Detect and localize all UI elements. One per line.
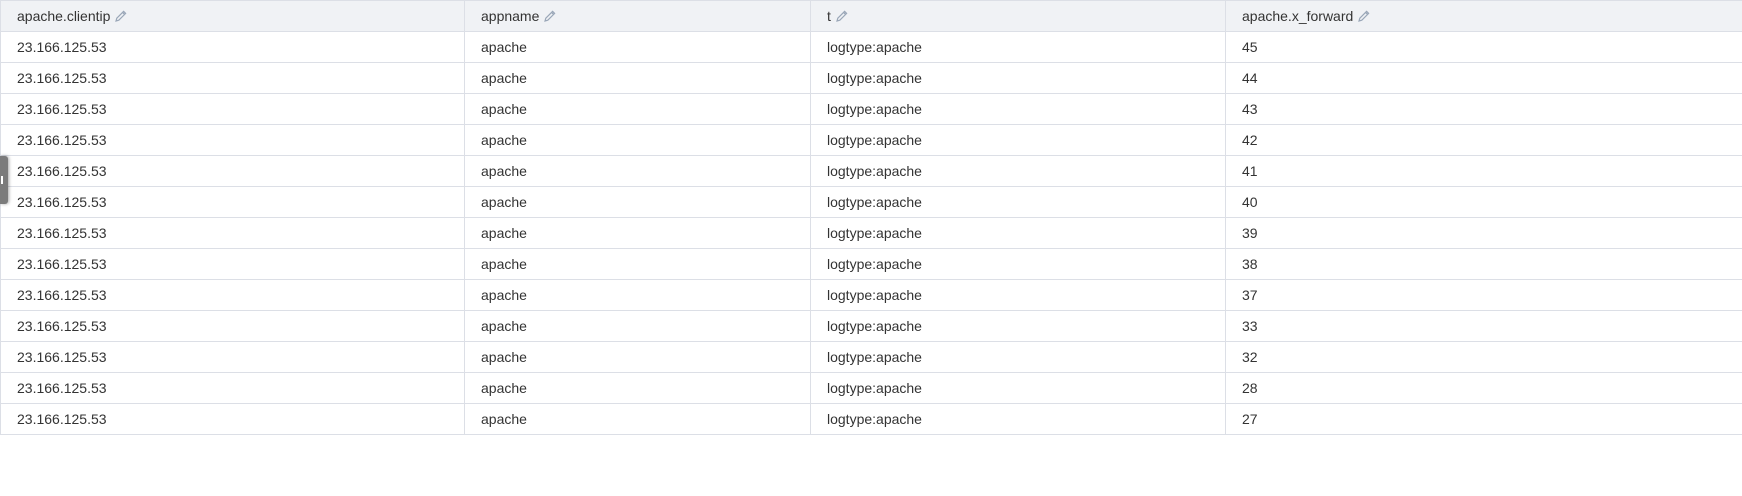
cell-clientip: 23.166.125.53 — [0, 217, 465, 249]
cell-appname: apache — [464, 310, 811, 342]
column-header-label: apache.x_forward — [1242, 8, 1354, 24]
cell-clientip: 23.166.125.53 — [0, 310, 465, 342]
table-row[interactable]: 23.166.125.53 apache logtype:apache 37 — [0, 279, 1742, 311]
table-row[interactable]: 23.166.125.53 apache logtype:apache 38 — [0, 248, 1742, 280]
cell-appname: apache — [464, 403, 811, 435]
cell-clientip: 23.166.125.53 — [0, 155, 465, 187]
cell-t: logtype:apache — [810, 124, 1226, 156]
table-row[interactable]: 23.166.125.53 apache logtype:apache 27 — [0, 403, 1742, 435]
cell-appname: apache — [464, 62, 811, 94]
cell-t: logtype:apache — [810, 186, 1226, 218]
cell-clientip: 23.166.125.53 — [0, 62, 465, 94]
results-table: apache.clientip appname t apache.x_forward … — [0, 0, 1742, 435]
cell-clientip: 23.166.125.53 — [0, 31, 465, 63]
table-row[interactable]: 23.166.125.53 apache logtype:apache 33 — [0, 310, 1742, 342]
cell-clientip: 23.166.125.53 — [0, 372, 465, 404]
column-header-label: apache.clientip — [17, 8, 111, 24]
table-row[interactable]: 23.166.125.53 apache logtype:apache 28 — [0, 372, 1742, 404]
cell-t: logtype:apache — [810, 310, 1226, 342]
cell-clientip: 23.166.125.53 — [0, 279, 465, 311]
cell-x-forward: 44 — [1225, 62, 1742, 94]
cell-t: logtype:apache — [810, 279, 1226, 311]
table-row[interactable]: 23.166.125.53 apache logtype:apache 43 — [0, 93, 1742, 125]
drag-handle-icon[interactable] — [0, 156, 8, 204]
cell-clientip: 23.166.125.53 — [0, 341, 465, 373]
cell-appname: apache — [464, 279, 811, 311]
table-row[interactable]: 23.166.125.53 apache logtype:apache 39 — [0, 217, 1742, 249]
table-row[interactable]: 23.166.125.53 apache logtype:apache 40 — [0, 186, 1742, 218]
column-header-label: appname — [481, 8, 540, 24]
cell-x-forward: 41 — [1225, 155, 1742, 187]
pencil-icon[interactable] — [114, 9, 128, 23]
table-row[interactable]: 23.166.125.53 apache logtype:apache 41 — [0, 155, 1742, 187]
cell-x-forward: 45 — [1225, 31, 1742, 63]
cell-appname: apache — [464, 186, 811, 218]
cell-x-forward: 43 — [1225, 93, 1742, 125]
table-header: apache.clientip appname t apache.x_forward — [0, 0, 1742, 32]
cell-appname: apache — [464, 155, 811, 187]
cell-x-forward: 32 — [1225, 341, 1742, 373]
cell-x-forward: 27 — [1225, 403, 1742, 435]
cell-x-forward: 40 — [1225, 186, 1742, 218]
cell-clientip: 23.166.125.53 — [0, 93, 465, 125]
cell-appname: apache — [464, 31, 811, 63]
cell-t: logtype:apache — [810, 403, 1226, 435]
table-row[interactable]: 23.166.125.53 apache logtype:apache 45 — [0, 31, 1742, 63]
column-header[interactable]: appname — [464, 0, 811, 32]
cell-appname: apache — [464, 372, 811, 404]
results-table-container: apache.clientip appname t apache.x_forward … — [0, 0, 1742, 435]
table-row[interactable]: 23.166.125.53 apache logtype:apache 42 — [0, 124, 1742, 156]
cell-t: logtype:apache — [810, 248, 1226, 280]
cell-clientip: 23.166.125.53 — [0, 186, 465, 218]
cell-x-forward: 38 — [1225, 248, 1742, 280]
cell-appname: apache — [464, 341, 811, 373]
column-header-label: t — [827, 8, 831, 24]
column-header[interactable]: apache.clientip — [0, 0, 465, 32]
cell-appname: apache — [464, 217, 811, 249]
cell-appname: apache — [464, 124, 811, 156]
cell-x-forward: 28 — [1225, 372, 1742, 404]
cell-t: logtype:apache — [810, 93, 1226, 125]
cell-x-forward: 37 — [1225, 279, 1742, 311]
cell-appname: apache — [464, 93, 811, 125]
cell-t: logtype:apache — [810, 62, 1226, 94]
cell-clientip: 23.166.125.53 — [0, 124, 465, 156]
pencil-icon[interactable] — [1357, 9, 1371, 23]
table-body: 23.166.125.53 apache logtype:apache 45 23.16… — [0, 31, 1742, 435]
column-header[interactable]: t — [810, 0, 1226, 32]
column-header[interactable]: apache.x_forward — [1225, 0, 1742, 32]
cell-t: logtype:apache — [810, 31, 1226, 63]
table-row[interactable]: 23.166.125.53 apache logtype:apache 32 — [0, 341, 1742, 373]
cell-clientip: 23.166.125.53 — [0, 403, 465, 435]
pencil-icon[interactable] — [543, 9, 557, 23]
header-row: apache.clientip appname t apache.x_forward — [0, 0, 1742, 32]
table-row[interactable]: 23.166.125.53 apache logtype:apache 44 — [0, 62, 1742, 94]
cell-t: logtype:apache — [810, 217, 1226, 249]
cell-x-forward: 33 — [1225, 310, 1742, 342]
cell-x-forward: 42 — [1225, 124, 1742, 156]
cell-t: logtype:apache — [810, 372, 1226, 404]
cell-x-forward: 39 — [1225, 217, 1742, 249]
cell-clientip: 23.166.125.53 — [0, 248, 465, 280]
cell-t: logtype:apache — [810, 155, 1226, 187]
cell-t: logtype:apache — [810, 341, 1226, 373]
pencil-icon[interactable] — [835, 9, 849, 23]
cell-appname: apache — [464, 248, 811, 280]
